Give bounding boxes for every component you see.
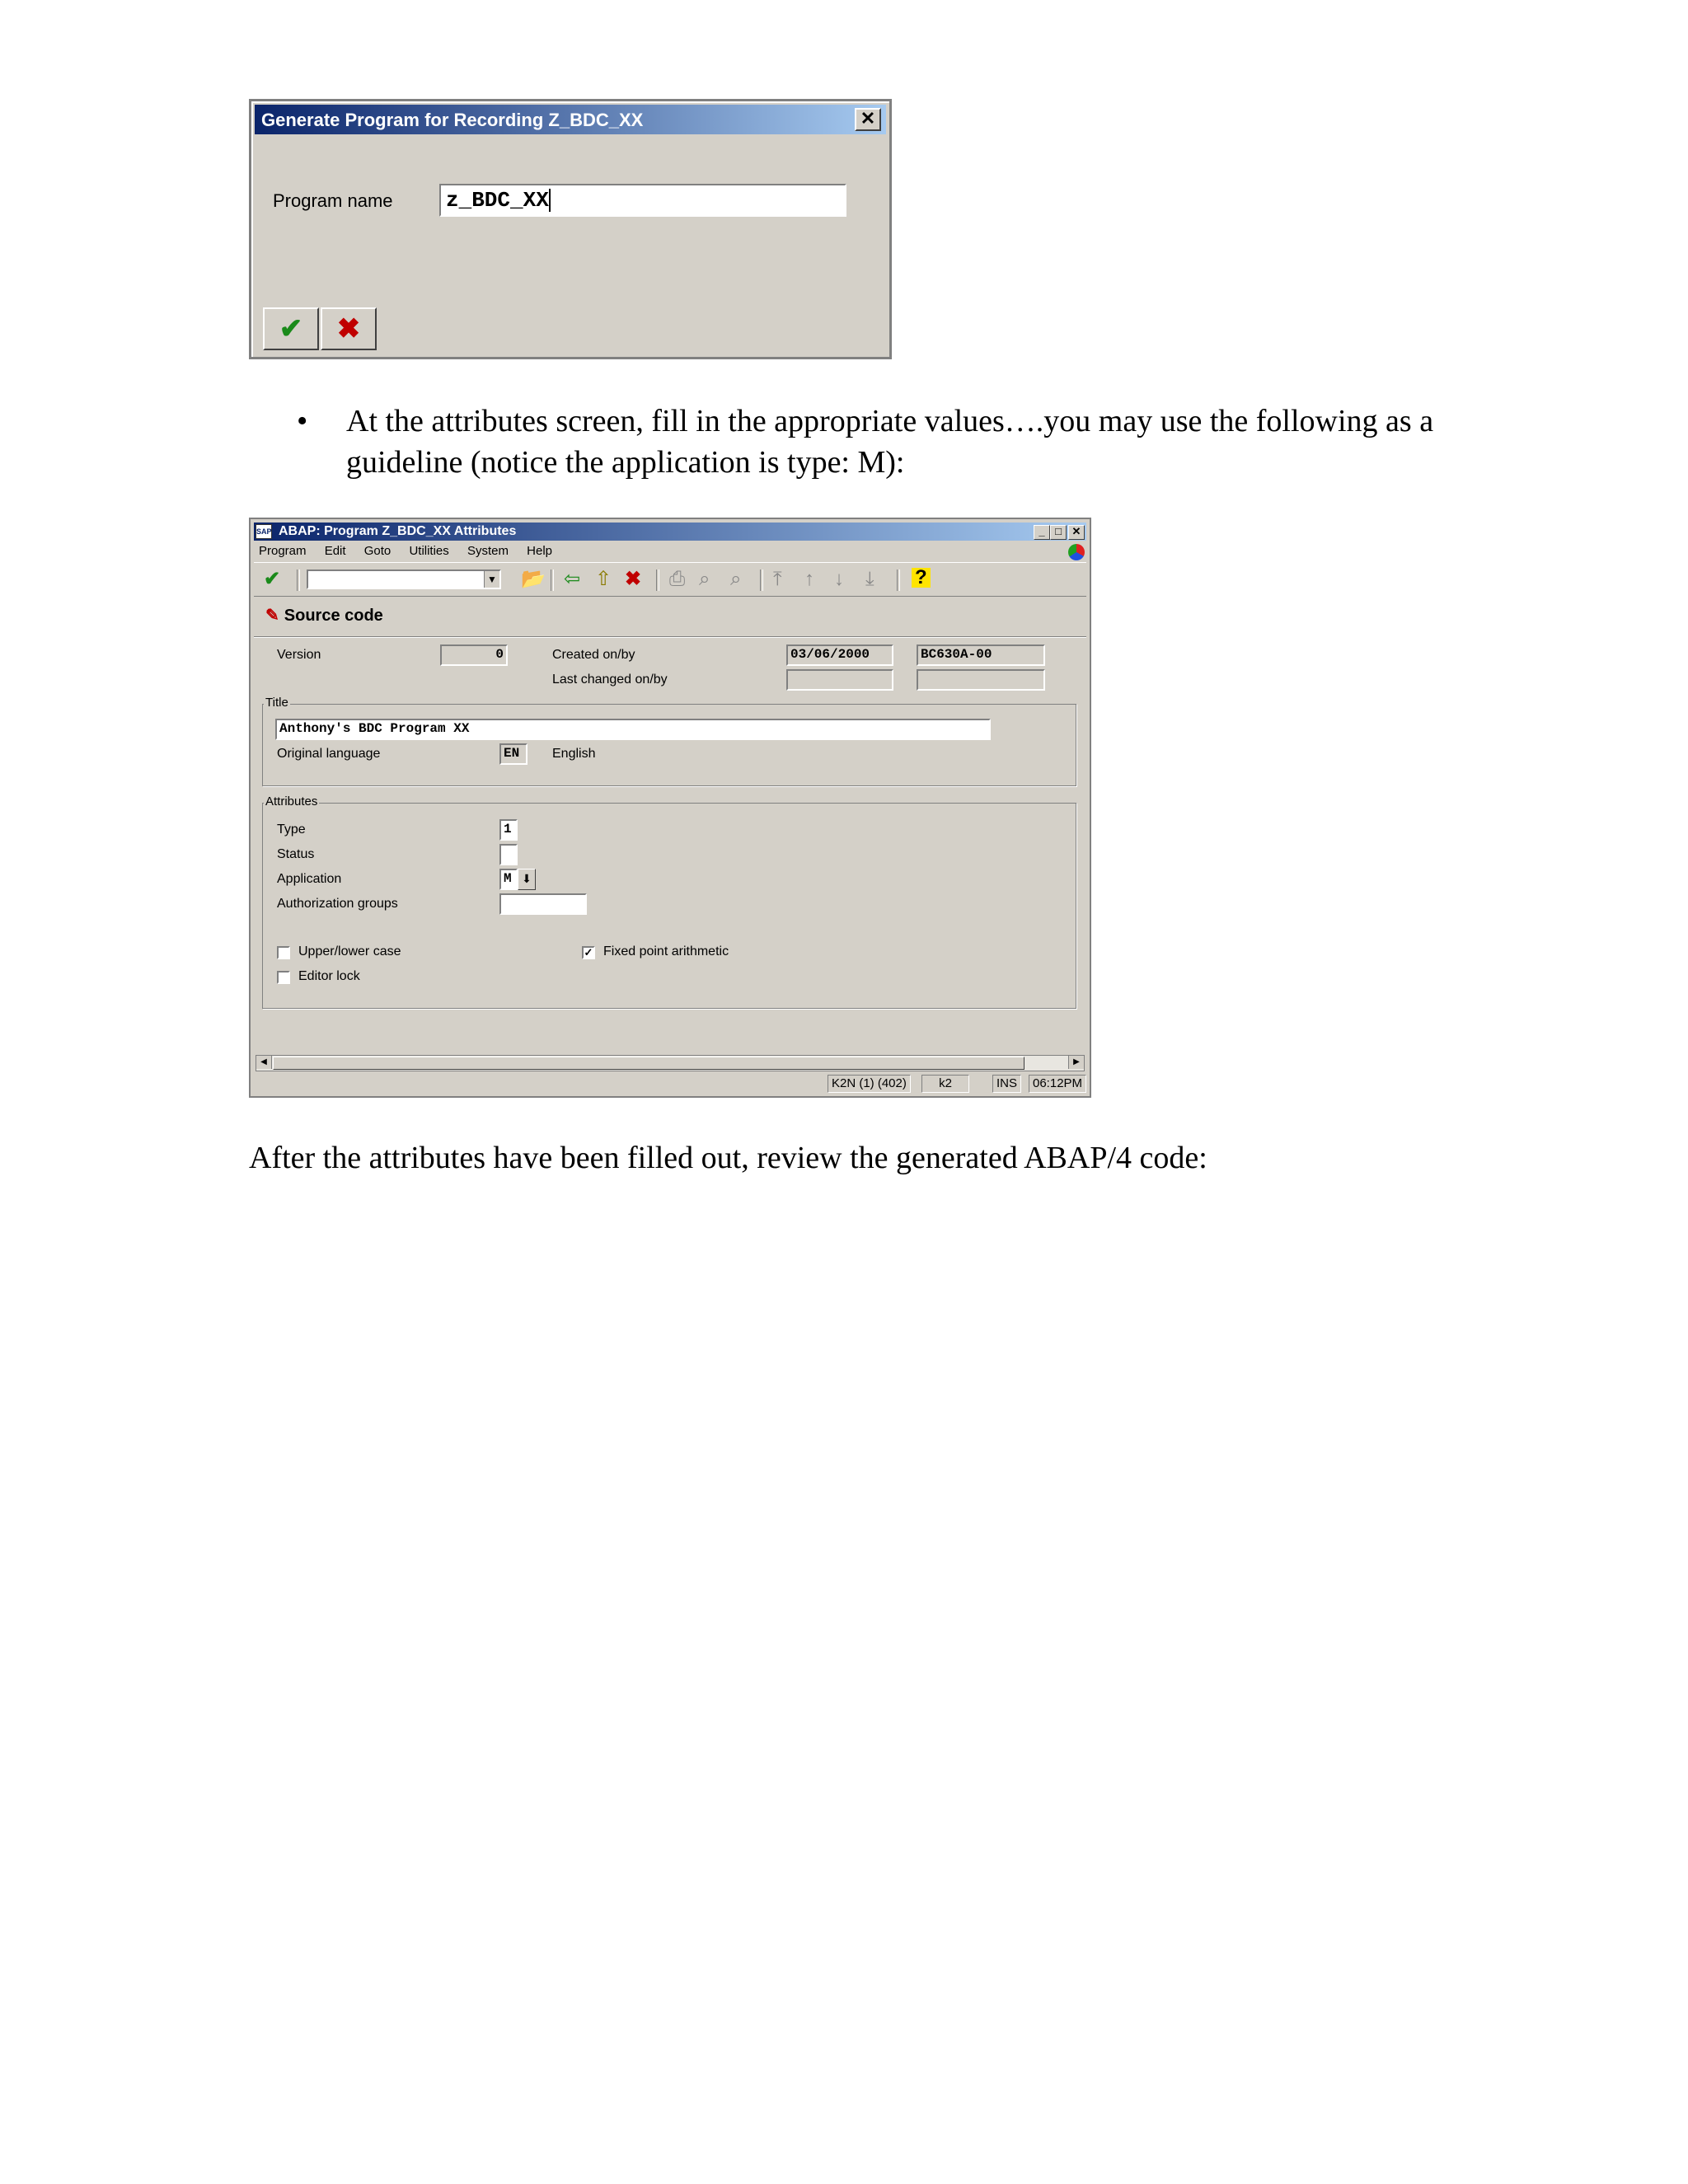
source-code-button[interactable]: ✎ Source code xyxy=(265,605,383,626)
auth-groups-field[interactable] xyxy=(499,893,587,915)
source-code-label: Source code xyxy=(284,607,383,625)
help-icon[interactable]: ? xyxy=(912,568,931,588)
enter-check-icon[interactable]: ✔ xyxy=(264,568,280,591)
scroll-thumb[interactable] xyxy=(273,1057,1025,1070)
dialog-title: Generate Program for Recording Z_BDC_XX xyxy=(261,110,644,130)
original-language-label: Original language xyxy=(277,747,381,761)
status-label: Status xyxy=(277,847,315,861)
next-page-icon[interactable]: ↓ xyxy=(834,568,844,591)
save-icon[interactable]: 📂 xyxy=(521,568,546,591)
toolbar-separator xyxy=(897,569,900,591)
title-input[interactable]: Anthony's BDC Program XX xyxy=(275,719,991,740)
version-field: 0 xyxy=(440,644,508,666)
upper-lower-checkbox[interactable] xyxy=(277,946,290,959)
previous-page-icon[interactable]: ↑ xyxy=(804,568,814,591)
auth-groups-label: Authorization groups xyxy=(277,897,398,911)
toolbar-separator xyxy=(297,569,300,591)
close-window-icon[interactable]: ✕ xyxy=(1068,525,1085,540)
closing-paragraph: After the attributes have been filled ou… xyxy=(249,1141,1207,1175)
status-mode: INS xyxy=(992,1075,1022,1093)
cancel-x-icon[interactable]: ✖ xyxy=(321,307,377,350)
menu-utilities[interactable]: Utilities xyxy=(409,544,448,558)
abap-attributes-window: SAP ABAP: Program Z_BDC_XX Attributes _ … xyxy=(249,518,1091,1098)
created-date-field: 03/06/2000 xyxy=(786,644,893,666)
standard-toolbar: ✔ ▼ 📂 ⇦ ⇧ ✖ ⎙ ⌕ ⌕ ⤒ ↑ ↓ ⤓ ? xyxy=(254,562,1086,597)
created-label: Created on/by xyxy=(552,648,635,662)
fixed-point-label: Fixed point arithmetic xyxy=(603,944,729,958)
type-label: Type xyxy=(277,823,306,837)
scroll-right-icon[interactable]: ▶ xyxy=(1068,1056,1084,1069)
last-page-icon[interactable]: ⤓ xyxy=(865,568,874,591)
generate-program-dialog: Generate Program for Recording Z_BDC_XX … xyxy=(249,99,892,359)
command-dropdown-icon[interactable]: ▼ xyxy=(484,571,499,588)
command-field[interactable]: ▼ xyxy=(307,569,501,589)
horizontal-scrollbar[interactable]: ◀ ▶ xyxy=(256,1055,1085,1071)
original-language-field: EN xyxy=(499,743,528,765)
window-title: ABAP: Program Z_BDC_XX Attributes xyxy=(279,524,517,538)
editor-lock-checkbox[interactable] xyxy=(277,971,290,984)
continue-check-icon[interactable]: ✔ xyxy=(263,307,319,350)
back-icon[interactable]: ⇦ xyxy=(564,568,580,591)
exit-icon[interactable]: ⇧ xyxy=(595,568,612,591)
maximize-icon[interactable]: □ xyxy=(1050,525,1067,540)
fixed-point-checkbox[interactable]: ✓ xyxy=(582,946,595,959)
sap-logo-icon: SAP xyxy=(256,524,272,539)
program-name-label: Program name xyxy=(273,190,393,211)
close-icon[interactable]: ✕ xyxy=(855,108,881,131)
source-code-icon: ✎ xyxy=(265,607,279,625)
upper-lower-label: Upper/lower case xyxy=(298,944,401,958)
application-field[interactable]: M xyxy=(499,869,518,890)
status-system: K2N (1) (402) xyxy=(828,1075,911,1093)
first-page-icon[interactable]: ⤒ xyxy=(773,568,782,591)
program-name-value: z_BDC_XX xyxy=(446,188,549,213)
toolbar-separator xyxy=(760,569,763,591)
title-group xyxy=(262,704,1076,786)
title-group-label: Title xyxy=(264,696,290,710)
version-label: Version xyxy=(277,648,321,662)
text-caret xyxy=(548,189,551,213)
menu-system[interactable]: System xyxy=(467,544,509,558)
window-titlebar: SAP ABAP: Program Z_BDC_XX Attributes _ … xyxy=(254,523,1086,541)
cancel-icon[interactable]: ✖ xyxy=(625,568,641,591)
status-time: 06:12PM xyxy=(1029,1075,1087,1093)
print-icon[interactable]: ⎙ xyxy=(669,568,685,591)
last-changed-date-field xyxy=(786,669,893,691)
status-bar: K2N (1) (402) k2 INS 06:12PM xyxy=(254,1075,1087,1093)
last-changed-by-field xyxy=(917,669,1045,691)
created-by-field: BC630A-00 xyxy=(917,644,1045,666)
editor-lock-label: Editor lock xyxy=(298,969,360,983)
find-next-icon[interactable]: ⌕ xyxy=(730,568,741,591)
bullet-text: At the attributes screen, fill in the ap… xyxy=(346,404,1434,480)
type-field[interactable]: 1 xyxy=(499,819,518,841)
menu-program[interactable]: Program xyxy=(259,544,307,558)
last-changed-label: Last changed on/by xyxy=(552,673,668,687)
menu-goto[interactable]: Goto xyxy=(364,544,392,558)
dialog-titlebar: Generate Program for Recording Z_BDC_XX … xyxy=(255,105,886,134)
header-divider xyxy=(254,636,1086,637)
status-field[interactable] xyxy=(499,844,518,865)
menu-bar: Program Edit Goto Utilities System Help xyxy=(259,544,567,558)
original-language-name: English xyxy=(552,747,596,761)
status-server: k2 xyxy=(921,1075,969,1093)
menu-help[interactable]: Help xyxy=(527,544,552,558)
toolbar-separator xyxy=(551,569,554,591)
bullet-marker: • xyxy=(297,404,308,438)
sap-color-icon[interactable] xyxy=(1068,544,1085,560)
minimize-icon[interactable]: _ xyxy=(1034,525,1050,540)
toolbar-separator xyxy=(656,569,659,591)
find-icon[interactable]: ⌕ xyxy=(699,568,710,591)
application-label: Application xyxy=(277,872,342,886)
program-name-input[interactable]: z_BDC_XX xyxy=(439,184,846,217)
scroll-left-icon[interactable]: ◀ xyxy=(256,1056,272,1069)
application-dropdown-icon[interactable]: ⬇ xyxy=(518,869,536,890)
attributes-group-label: Attributes xyxy=(264,794,320,808)
menu-edit[interactable]: Edit xyxy=(325,544,346,558)
